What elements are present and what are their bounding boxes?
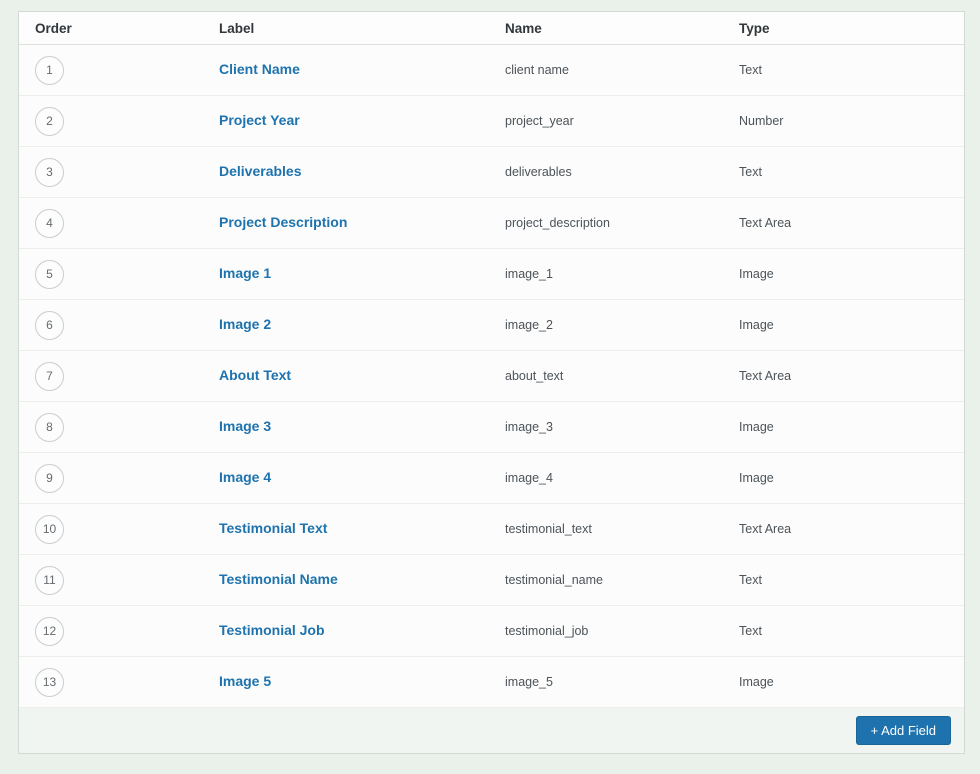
field-type-value: Number [739,114,784,128]
field-label-link[interactable]: Client Name [219,61,300,77]
field-label-link[interactable]: Image 5 [219,673,271,689]
order-drag-handle[interactable]: 1 [35,55,64,85]
field-name-value: testimonial_job [505,624,589,638]
order-drag-handle[interactable]: 3 [35,157,64,187]
field-name-value: image_5 [505,675,553,689]
field-label-link[interactable]: Image 2 [219,316,271,332]
field-label-link[interactable]: About Text [219,367,291,383]
field-rows: 1 Client Name client name Text 2 Project… [19,45,964,708]
order-drag-handle[interactable]: 11 [35,565,64,595]
column-header-order: Order [35,20,72,36]
field-name-value: image_3 [505,420,553,434]
field-type-value: Text [739,573,762,587]
field-type-value: Text Area [739,216,792,230]
order-drag-handle[interactable]: 13 [35,667,64,697]
field-type-value: Text [739,63,762,77]
column-header-name: Name [505,20,542,36]
field-label-link[interactable]: Testimonial Job [219,622,325,638]
table-row: 11 Testimonial Name testimonial_name Tex… [19,555,964,606]
order-drag-handle[interactable]: 4 [35,208,64,238]
field-type-value: Text Area [739,522,792,536]
column-header-type: Type [739,20,770,36]
field-label-link[interactable]: Image 1 [219,265,271,281]
table-row: 13 Image 5 image_5 Image [19,657,964,708]
field-name-value: project_description [505,216,610,230]
table-row: 8 Image 3 image_3 Image [19,402,964,453]
field-label-link[interactable]: Testimonial Text [219,520,327,536]
table-row: 1 Client Name client name Text [19,45,964,96]
table-row: 4 Project Description project_descriptio… [19,198,964,249]
table-row: 5 Image 1 image_1 Image [19,249,964,300]
field-type-value: Text [739,165,762,179]
table-row: 10 Testimonial Text testimonial_text Tex… [19,504,964,555]
table-row: 3 Deliverables deliverables Text [19,147,964,198]
table-row: 2 Project Year project_year Number [19,96,964,147]
field-label-link[interactable]: Image 4 [219,469,271,485]
order-drag-handle[interactable]: 9 [35,463,64,493]
table-row: 7 About Text about_text Text Area [19,351,964,402]
field-type-value: Text [739,624,762,638]
order-drag-handle[interactable]: 8 [35,412,64,442]
field-label-link[interactable]: Project Description [219,214,347,230]
field-type-value: Text Area [739,369,792,383]
table-row: 6 Image 2 image_2 Image [19,300,964,351]
field-label-link[interactable]: Testimonial Name [219,571,338,587]
add-field-button[interactable]: + Add Field [855,716,951,745]
column-header-label: Label [219,20,255,36]
field-name-value: client name [505,63,569,77]
field-type-value: Image [739,675,774,689]
field-name-value: image_1 [505,267,553,281]
field-name-value: testimonial_text [505,522,592,536]
order-drag-handle[interactable]: 10 [35,514,64,544]
field-name-value: about_text [505,369,564,383]
field-name-value: project_year [505,114,574,128]
field-type-value: Image [739,318,774,332]
field-label-link[interactable]: Deliverables [219,163,302,179]
order-drag-handle[interactable]: 5 [35,259,64,289]
panel-footer: + Add Field [19,708,964,753]
field-label-link[interactable]: Project Year [219,112,300,128]
order-drag-handle[interactable]: 2 [35,106,64,136]
field-name-value: deliverables [505,165,572,179]
order-drag-handle[interactable]: 12 [35,616,64,646]
custom-fields-panel: Order Label Name Type 1 Client Name clie… [18,11,965,754]
table-header-row: Order Label Name Type [19,12,964,45]
field-name-value: image_2 [505,318,553,332]
field-type-value: Image [739,267,774,281]
order-drag-handle[interactable]: 7 [35,361,64,391]
field-type-value: Image [739,471,774,485]
field-type-value: Image [739,420,774,434]
field-name-value: image_4 [505,471,553,485]
field-name-value: testimonial_name [505,573,603,587]
table-row: 12 Testimonial Job testimonial_job Text [19,606,964,657]
table-row: 9 Image 4 image_4 Image [19,453,964,504]
field-label-link[interactable]: Image 3 [219,418,271,434]
order-drag-handle[interactable]: 6 [35,310,64,340]
